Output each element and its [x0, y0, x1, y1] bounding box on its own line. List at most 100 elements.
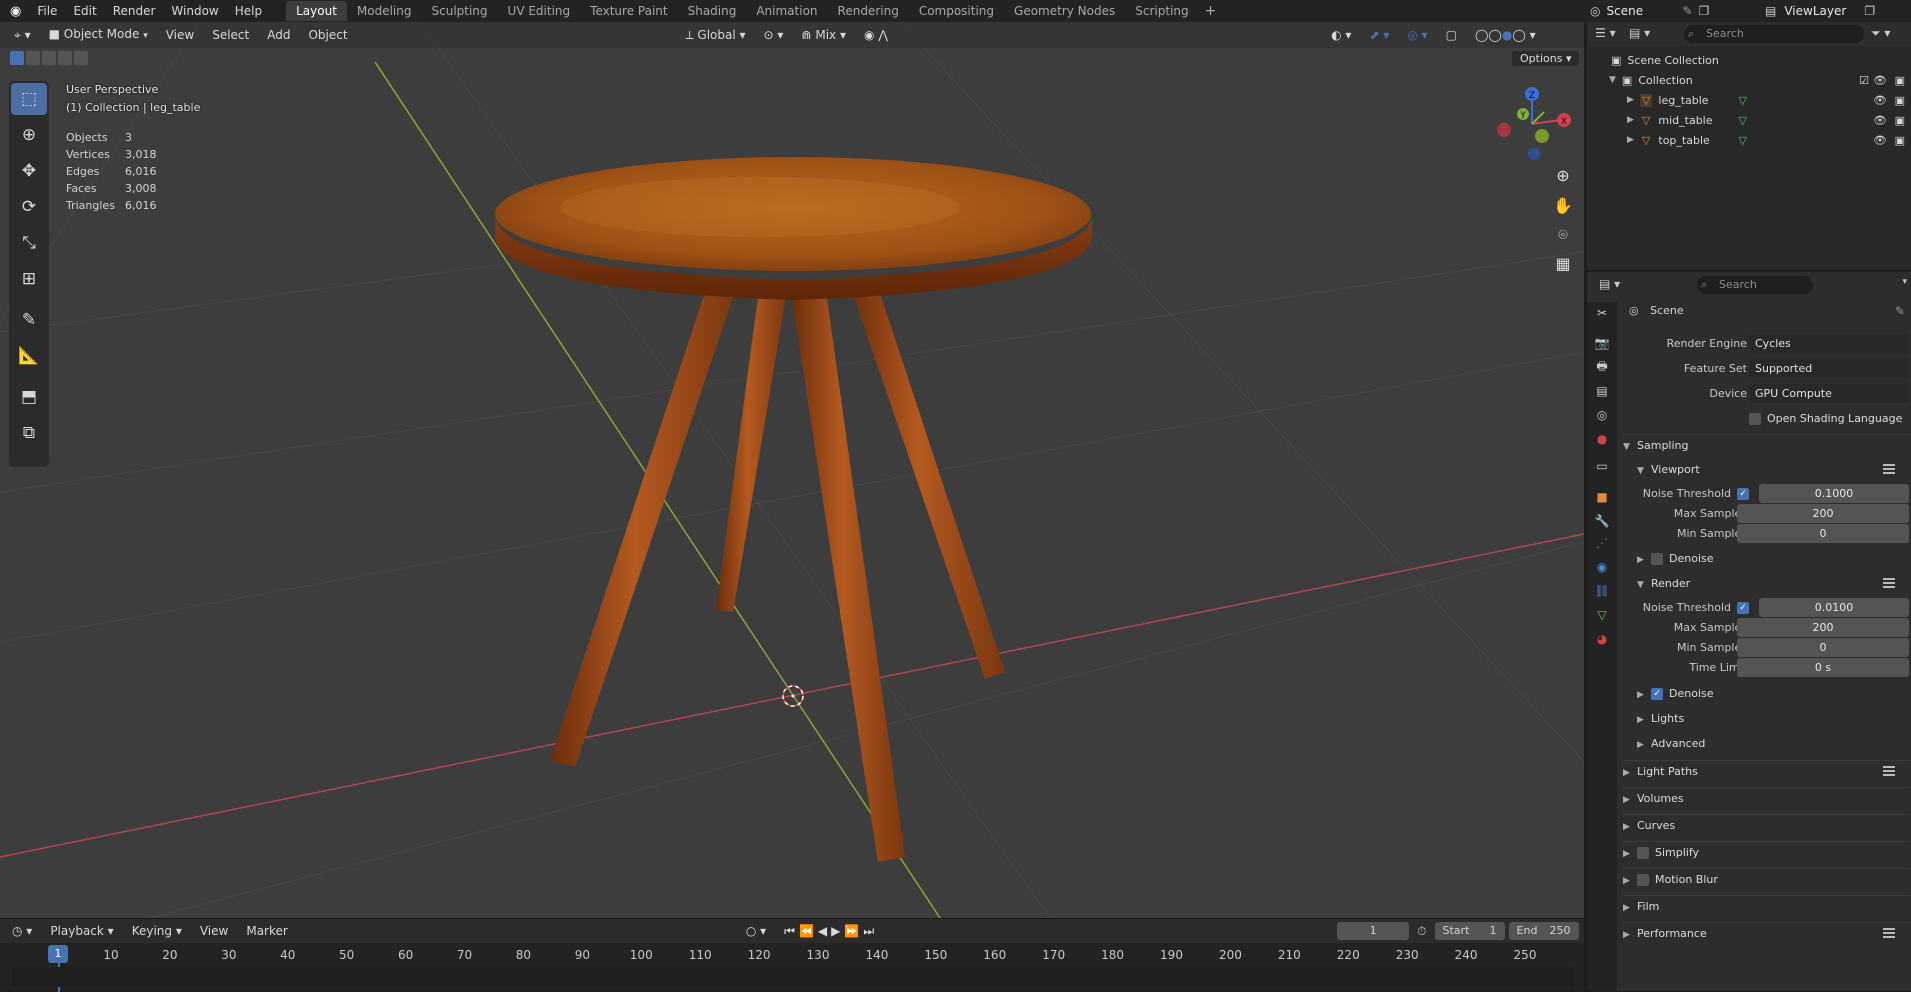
preset-list-icon[interactable] — [1883, 464, 1895, 474]
snap-selector[interactable]: ⋒ Mix ▾ — [792, 22, 855, 48]
outliner-row-collection[interactable]: ▼ ▣ Collection ☑ 👁 ▣ — [1587, 70, 1911, 90]
tab-geometry-nodes[interactable]: Geometry Nodes — [1004, 1, 1125, 21]
chevron-right-icon[interactable]: ▶ — [1627, 115, 1634, 125]
playhead-indicator[interactable]: 1 — [48, 945, 68, 963]
play-reverse-icon[interactable]: ◀ — [818, 924, 831, 938]
transform-tool[interactable]: ⊞ — [11, 263, 47, 295]
tool-tab-icon[interactable]: ✂ — [1593, 304, 1611, 322]
viewport-denoise-checkbox[interactable] — [1651, 553, 1663, 565]
timeline-editor-type-icon[interactable]: ◷ ▾ — [0, 918, 41, 944]
device-select[interactable]: GPU Compute — [1749, 384, 1909, 403]
modifier-wrench-icon[interactable]: 🔧 — [1593, 512, 1611, 530]
filter-icon[interactable]: ⏷ ▾ — [1871, 26, 1890, 41]
mesh-data-icon[interactable]: ▽ — [1738, 134, 1746, 147]
chevron-down-icon[interactable]: ▼ — [1609, 75, 1616, 85]
scene-name[interactable]: Scene — [1606, 4, 1676, 18]
curves-panel[interactable]: ▶ Curves — [1623, 814, 1909, 836]
mesh-data-icon[interactable]: ▽ — [1738, 114, 1746, 127]
motion-blur-checkbox[interactable] — [1637, 874, 1649, 886]
viewport-max-samples-field[interactable]: 200 — [1737, 504, 1909, 523]
auto-keying-icon[interactable]: ○ ▾ — [737, 918, 775, 944]
tab-animation[interactable]: Animation — [746, 1, 827, 21]
overlays-toggle-icon[interactable]: ◎ ▾ — [1398, 22, 1436, 48]
tab-scripting[interactable]: Scripting — [1125, 1, 1198, 21]
mesh-data-icon[interactable]: ▽ — [1738, 94, 1746, 107]
viewport-subpanel-header[interactable]: ▼ Viewport — [1637, 459, 1909, 481]
tab-rendering[interactable]: Rendering — [828, 1, 909, 21]
tab-layout[interactable]: Layout — [286, 1, 347, 21]
prev-keyframe-icon[interactable]: ⏪ — [799, 924, 818, 938]
move-tool[interactable]: ✥ — [11, 155, 47, 187]
chevron-right-icon[interactable]: ▶ — [1627, 95, 1634, 105]
gizmo-neg-z[interactable] — [1528, 148, 1540, 160]
render-min-samples-field[interactable]: 0 — [1737, 638, 1909, 657]
pin-icon[interactable]: ✎ — [1895, 304, 1905, 318]
menu-marker[interactable]: Marker — [237, 918, 296, 944]
menu-edit[interactable]: Edit — [65, 0, 104, 22]
camera-view-icon[interactable]: ⌾ — [1550, 222, 1576, 248]
viewport-denoise-subpanel[interactable]: ▶ Denoise — [1637, 548, 1909, 570]
feature-set-select[interactable]: Supported — [1749, 359, 1909, 378]
display-mode-icon[interactable]: ▤ ▾ — [1629, 26, 1650, 40]
rotate-tool[interactable]: ⟳ — [11, 191, 47, 223]
orientation-selector[interactable]: ⟂ Global ▾ — [677, 22, 755, 48]
stopwatch-icon[interactable]: ⏱ — [1417, 924, 1426, 939]
select-box-tool[interactable]: ⬚ — [11, 83, 47, 115]
pin-icon[interactable]: ✎ — [1682, 4, 1692, 18]
current-frame-field[interactable]: 1 — [1337, 922, 1410, 940]
object-tab-icon[interactable]: ■ — [1593, 488, 1611, 506]
render-denoise-checkbox[interactable]: ✓ — [1651, 688, 1663, 700]
view-layer-selector[interactable]: ▤ ViewLayer ❐ — [1765, 0, 1875, 22]
next-keyframe-icon[interactable]: ⏩ — [844, 924, 863, 938]
render-subpanel-header[interactable]: ▼ Render — [1637, 573, 1909, 595]
editor-type-icon[interactable]: ⌖ ▾ — [0, 22, 40, 48]
advanced-subpanel[interactable]: ▶ Advanced — [1637, 733, 1909, 755]
eye-icon[interactable]: 👁 — [1873, 134, 1887, 147]
ortho-grid-icon[interactable]: ▦ — [1550, 250, 1576, 276]
menu-add[interactable]: Add — [258, 22, 299, 48]
measure-tool[interactable]: 📐 — [11, 340, 47, 372]
tab-shading[interactable]: Shading — [678, 1, 747, 21]
lights-subpanel[interactable]: ▶ Lights — [1637, 708, 1909, 730]
play-icon[interactable]: ▶ — [831, 924, 844, 938]
preset-list-icon[interactable] — [1883, 766, 1895, 776]
output-tab-icon[interactable]: 🖶 — [1593, 358, 1611, 376]
outliner-row-leg-table[interactable]: ▶ ▽ leg_table ▽ 👁 ▣ — [1587, 90, 1911, 110]
properties-editor-type-icon[interactable]: ▤ ▾ — [1599, 277, 1620, 291]
mode-selector[interactable]: ■ Object Mode ▾ — [40, 22, 157, 49]
outliner-row-scene-collection[interactable]: ▣ Scene Collection — [1587, 50, 1911, 70]
zoom-icon[interactable]: ⊕ — [1550, 162, 1576, 188]
noise-threshold-checkbox[interactable]: ✓ — [1737, 487, 1749, 500]
shading-modes-icon[interactable]: ◯◯●◯ ▾ — [1466, 22, 1545, 48]
outliner-search-input[interactable]: Search — [1684, 25, 1864, 43]
physics-tab-icon[interactable]: ◉ — [1593, 558, 1611, 576]
hand-pan-icon[interactable]: ✋ — [1550, 192, 1576, 218]
simplify-panel[interactable]: ▶ Simplify — [1623, 841, 1909, 863]
osl-checkbox[interactable] — [1749, 412, 1761, 425]
render-engine-select[interactable]: Cycles — [1749, 334, 1909, 353]
tab-texture-paint[interactable]: Texture Paint — [580, 1, 677, 21]
menu-keying[interactable]: Keying ▾ — [123, 918, 191, 944]
end-frame-field[interactable]: End 250 — [1508, 922, 1579, 940]
menu-timeline-view[interactable]: View — [191, 918, 237, 944]
eye-icon[interactable]: 👁 — [1873, 94, 1887, 107]
constraints-tab-icon[interactable]: ⛓ — [1593, 582, 1611, 600]
sampling-panel-header[interactable]: ▼ Sampling — [1623, 434, 1909, 456]
outliner-row-mid-table[interactable]: ▶ ▽ mid_table ▽ 👁 ▣ — [1587, 110, 1911, 130]
motion-blur-panel[interactable]: ▶ Motion Blur — [1623, 868, 1909, 890]
new-view-layer-icon[interactable]: ❐ — [1864, 4, 1875, 18]
menu-select[interactable]: Select — [203, 22, 258, 48]
eye-icon[interactable]: 👁 — [1873, 114, 1887, 127]
view-layer-tab-icon[interactable]: ▤ — [1593, 382, 1611, 400]
menu-file[interactable]: File — [29, 0, 65, 22]
add-cube-tool[interactable]: ⬒ — [11, 381, 47, 413]
start-frame-field[interactable]: Start 1 — [1434, 922, 1505, 940]
select-intersect-icon[interactable] — [74, 51, 88, 65]
render-denoise-subpanel[interactable]: ▶ ✓ Denoise — [1637, 683, 1909, 705]
timeline-track[interactable] — [12, 967, 1574, 987]
render-noise-threshold-checkbox[interactable]: ✓ — [1737, 601, 1749, 614]
scene-selector[interactable]: ◎ Scene ✎ ❐ — [1590, 0, 1709, 22]
jump-start-icon[interactable]: ⏮ — [784, 924, 799, 938]
time-limit-field[interactable]: 0 s — [1737, 658, 1909, 677]
xray-toggle-icon[interactable]: ▢ — [1437, 22, 1466, 48]
